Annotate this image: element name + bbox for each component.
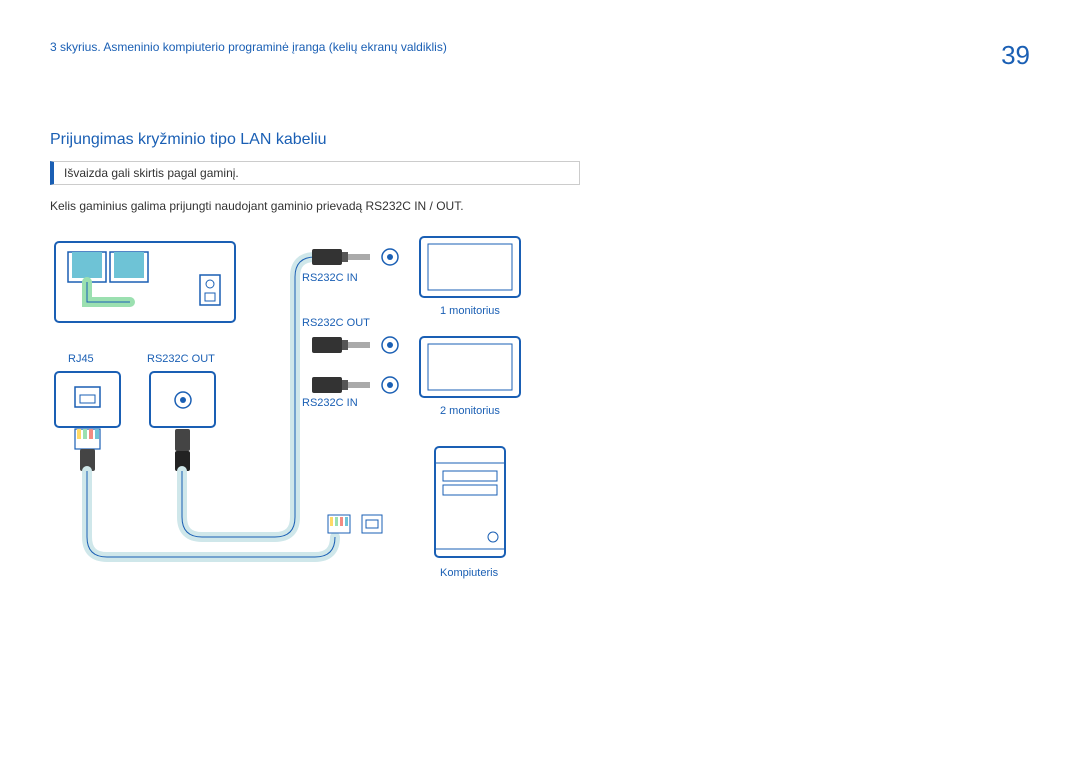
page-header: 3 skyrius. Asmeninio kompiuterio program…	[50, 40, 1030, 71]
note-box: Išvaizda gali skirtis pagal gaminį.	[50, 161, 580, 185]
label-rs232c-in-top: RS232C IN	[302, 272, 358, 284]
connection-diagram: RJ45 RS232C OUT RS232C IN RS232C OUT RS2…	[50, 237, 570, 597]
label-monitor-1: 1 monitorius	[440, 305, 500, 317]
diagram-svg	[50, 237, 570, 607]
label-rs232c-out-mid: RS232C OUT	[302, 317, 370, 329]
body-text: Kelis gaminius galima prijungti naudojan…	[50, 199, 1030, 213]
label-monitor-2: 2 monitorius	[440, 405, 500, 417]
chapter-label: 3 skyrius. Asmeninio kompiuterio program…	[50, 40, 447, 54]
note-text: Išvaizda gali skirtis pagal gaminį.	[64, 166, 239, 180]
page-number: 39	[1001, 40, 1030, 71]
label-rs232c-in-bot: RS232C IN	[302, 397, 358, 409]
section-title: Prijungimas kryžminio tipo LAN kabeliu	[50, 131, 1030, 149]
label-rj45: RJ45	[68, 353, 94, 365]
label-computer: Kompiuteris	[440, 567, 498, 579]
label-rs232c-out-port: RS232C OUT	[147, 353, 215, 365]
